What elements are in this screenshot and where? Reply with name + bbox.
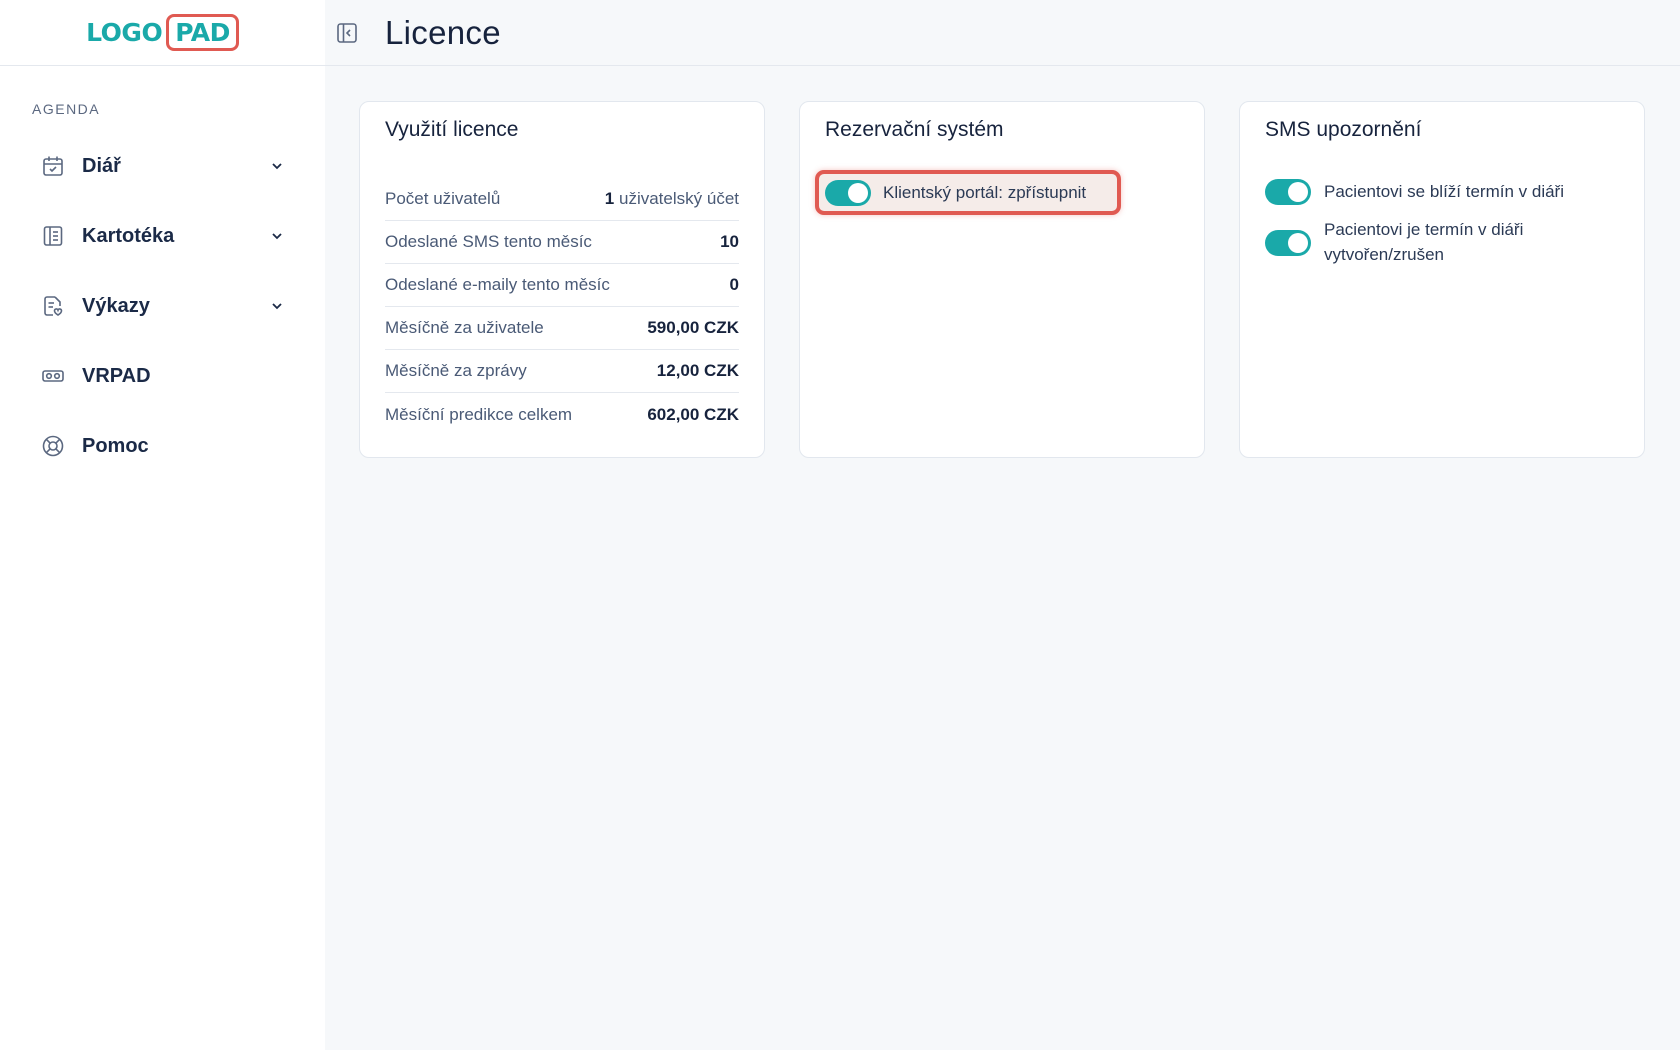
client-portal-toggle-row: Klientský portál: zpřístupnit bbox=[815, 170, 1121, 215]
row-value-number: 1 bbox=[604, 189, 615, 208]
row-value: 590,00 CZK bbox=[647, 318, 739, 337]
sidebar-item-label: VRPAD bbox=[82, 364, 151, 387]
table-row: Odeslané SMS tento měsíc 10 bbox=[385, 221, 739, 264]
table-row: Měsíční predikce celkem 602,00 CZK bbox=[385, 393, 739, 436]
page-header: Licence bbox=[325, 0, 1680, 66]
row-key: Počet uživatelů bbox=[385, 189, 501, 208]
sms-upcoming-label: Pacientovi se blíží termín v diáři bbox=[1324, 182, 1564, 201]
chevron-down-icon bbox=[269, 158, 285, 174]
lifebuoy-icon bbox=[40, 433, 66, 459]
card-title: SMS upozornění bbox=[1265, 118, 1422, 141]
sms-created-toggle[interactable] bbox=[1265, 230, 1311, 256]
sms-toggle-row-created: Pacientovi je termín v diáři vytvořen/zr… bbox=[1265, 217, 1594, 267]
sms-notifications-card: SMS upozornění bbox=[1239, 101, 1645, 458]
sidebar-item-label: Kartotéka bbox=[82, 224, 175, 247]
sidebar-nav: Diář Kartotéka Výkazy VRPAD Pomoc bbox=[0, 131, 325, 481]
chevron-down-icon bbox=[269, 298, 285, 314]
row-value: 10 bbox=[720, 232, 739, 251]
client-portal-toggle[interactable] bbox=[825, 179, 871, 206]
sms-created-label: Pacientovi je termín v diáři vytvořen/zr… bbox=[1324, 220, 1524, 264]
card-title: Využití licence bbox=[385, 118, 519, 141]
notebook-icon bbox=[40, 223, 66, 249]
report-icon bbox=[40, 293, 66, 319]
logo-area: LOGO PAD bbox=[0, 0, 325, 66]
table-row: Měsíčně za zprávy 12,00 CZK bbox=[385, 350, 739, 393]
row-value: 602,00 CZK bbox=[647, 404, 739, 424]
row-key: Odeslané e-maily tento měsíc bbox=[385, 275, 610, 294]
logo-text-pad: PAD bbox=[166, 14, 239, 51]
row-key: Měsíční predikce celkem bbox=[385, 404, 573, 424]
sidebar-collapse-icon[interactable] bbox=[335, 21, 359, 45]
sidebar-item-kartoteka[interactable]: Kartotéka bbox=[0, 201, 325, 271]
table-row: Odeslané e-maily tento měsíc 0 bbox=[385, 264, 739, 307]
logo-text-logo: LOGO bbox=[86, 18, 163, 47]
logo[interactable]: LOGO PAD bbox=[86, 14, 239, 51]
sidebar-section-label: AGENDA bbox=[32, 101, 101, 117]
client-portal-toggle-label: Klientský portál: zpřístupnit bbox=[883, 182, 1087, 202]
sidebar-item-pomoc[interactable]: Pomoc bbox=[0, 411, 325, 481]
page-title: Licence bbox=[385, 13, 501, 51]
license-usage-table: Počet uživatelů 1 uživatelský účet Odesl… bbox=[385, 178, 739, 436]
table-row: Měsíčně za uživatele 590,00 CZK bbox=[385, 307, 739, 350]
table-row: Počet uživatelů 1 uživatelský účet bbox=[385, 178, 739, 221]
sidebar-item-diar[interactable]: Diář bbox=[0, 131, 325, 201]
sidebar-item-label: Výkazy bbox=[82, 294, 150, 317]
reservation-system-card: Rezervační systém bbox=[799, 101, 1205, 458]
vr-headset-icon bbox=[40, 363, 66, 389]
card-title: Rezervační systém bbox=[825, 118, 1004, 141]
row-key: Měsíčně za uživatele bbox=[385, 318, 544, 337]
row-key: Odeslané SMS tento měsíc bbox=[385, 232, 592, 251]
calendar-check-icon bbox=[40, 153, 66, 179]
sms-toggle-row-upcoming: Pacientovi se blíží termín v diáři bbox=[1265, 179, 1594, 205]
sidebar-item-vykazy[interactable]: Výkazy bbox=[0, 271, 325, 341]
row-value: 1 uživatelský účet bbox=[605, 189, 739, 209]
sms-upcoming-toggle[interactable] bbox=[1265, 179, 1311, 205]
row-key: Měsíčně za zprávy bbox=[385, 361, 527, 380]
row-value: 0 bbox=[729, 275, 739, 294]
sidebar: LOGO PAD AGENDA Diář Kartotéka Výkazy VR… bbox=[0, 0, 325, 1050]
chevron-down-icon bbox=[269, 228, 285, 244]
row-value: 12,00 CZK bbox=[656, 361, 739, 380]
sidebar-item-label: Pomoc bbox=[82, 434, 149, 457]
sidebar-item-vrpad[interactable]: VRPAD bbox=[0, 341, 325, 411]
sidebar-item-label: Diář bbox=[82, 154, 121, 177]
row-value-unit: uživatelský účet bbox=[619, 189, 739, 208]
